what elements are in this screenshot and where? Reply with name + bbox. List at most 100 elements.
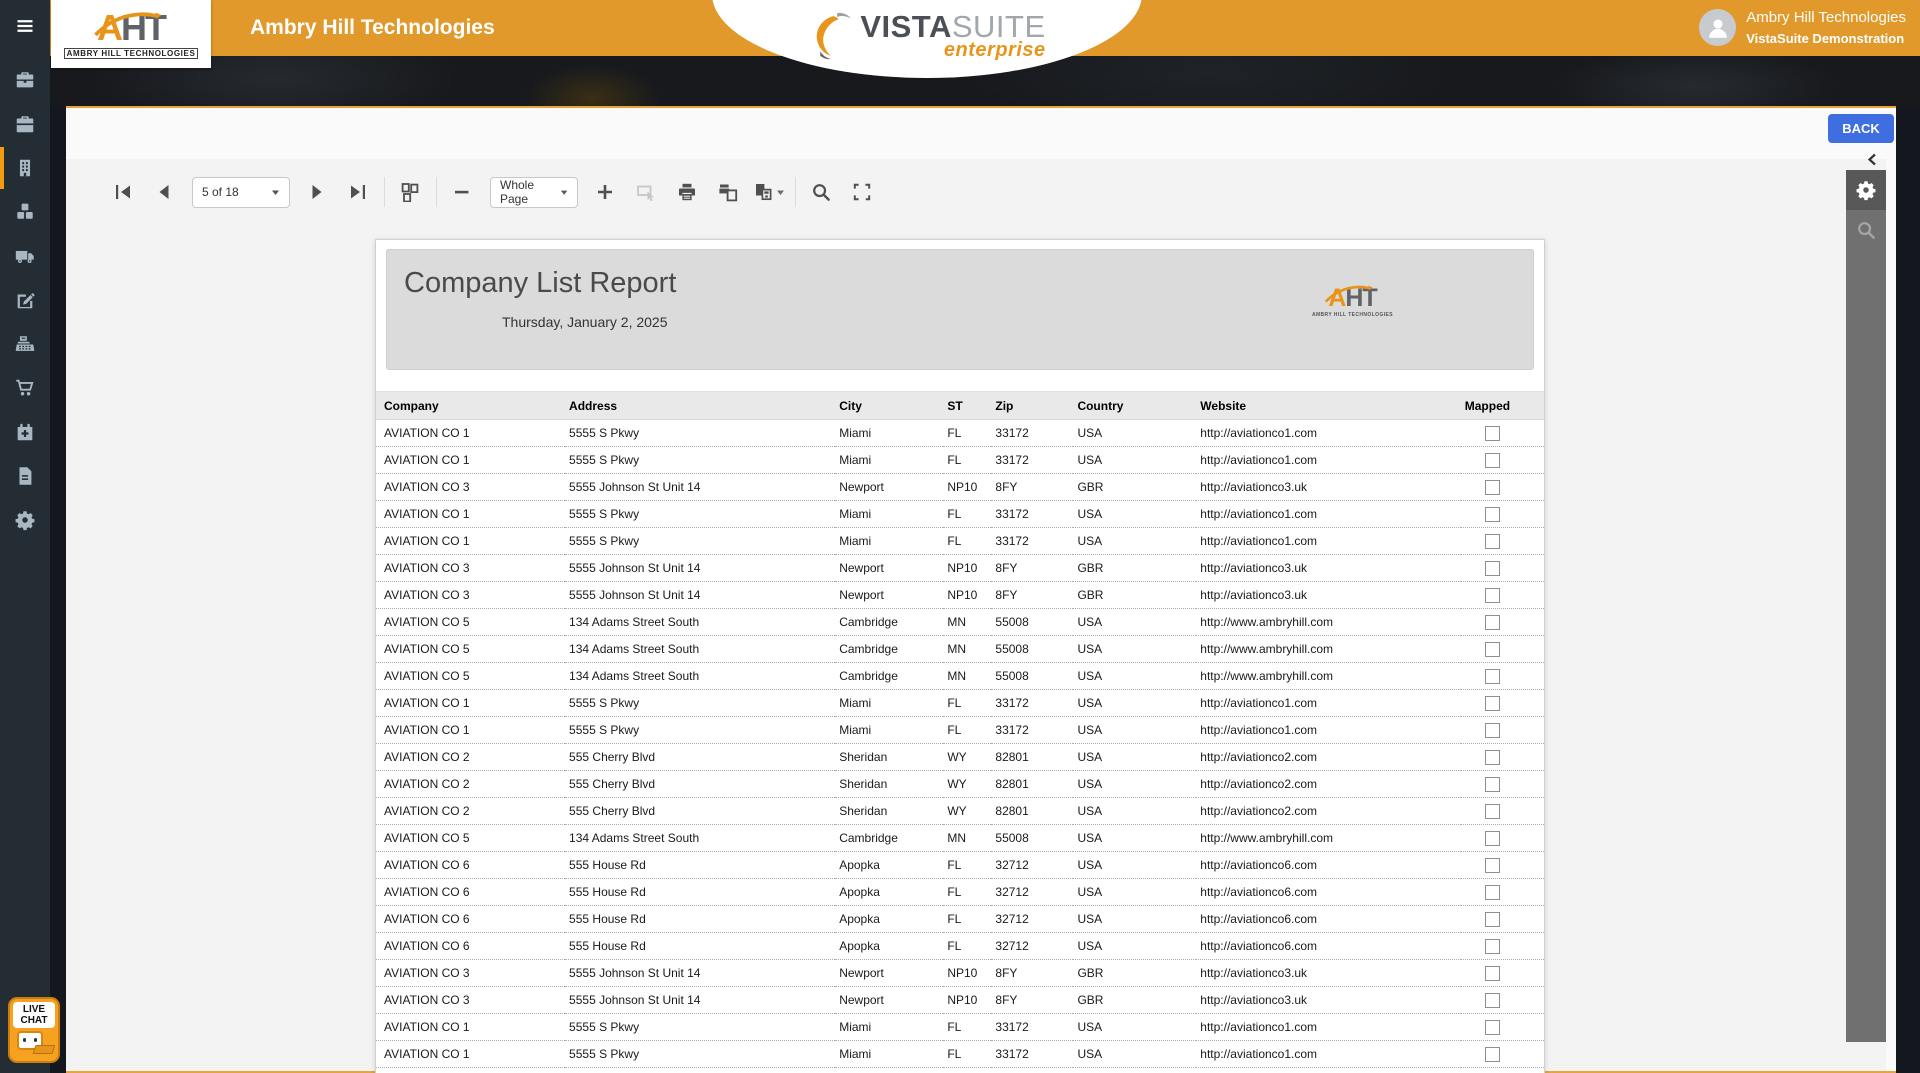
column-header-address: Address	[565, 392, 835, 420]
report-logo: AHT AMBRY HILL TECHNOLOGIES	[1312, 286, 1393, 318]
mapped-checkbox[interactable]	[1485, 885, 1500, 900]
parameters-button[interactable]	[1846, 170, 1886, 210]
zoom-out-button[interactable]	[445, 174, 479, 210]
mapped-checkbox[interactable]	[1485, 804, 1500, 819]
mapped-checkbox[interactable]	[1485, 588, 1500, 603]
sidebar-item-edit[interactable]	[0, 278, 50, 322]
table-row: AVIATION CO 35555 Johnson St Unit 14Newp…	[376, 474, 1544, 501]
sidebar-item-briefcase2[interactable]	[0, 102, 50, 146]
caret-down-icon	[271, 188, 280, 196]
user-menu[interactable]: Ambry Hill Technologies VistaSuite Demon…	[1699, 9, 1906, 46]
search-rail-button[interactable]	[1846, 210, 1886, 250]
mapped-checkbox[interactable]	[1485, 426, 1500, 441]
sidebar-item-document[interactable]	[0, 454, 50, 498]
edit-icon	[14, 289, 36, 311]
zoom-out-icon	[452, 182, 472, 202]
briefcase-icon	[14, 69, 36, 91]
collapse-panel-chevron-icon[interactable]	[1866, 152, 1878, 167]
table-row: AVIATION CO 2555 Cherry BlvdSheridanWY82…	[376, 744, 1544, 771]
back-button[interactable]: BACK	[1828, 114, 1894, 143]
mapped-checkbox[interactable]	[1485, 534, 1500, 549]
mapped-checkbox[interactable]	[1485, 993, 1500, 1008]
mapped-checkbox[interactable]	[1485, 669, 1500, 684]
mapped-checkbox[interactable]	[1485, 750, 1500, 765]
zoom-select[interactable]: Whole Page	[490, 177, 578, 208]
sidebar-item-gear[interactable]	[0, 498, 50, 542]
select-tool-button[interactable]	[629, 174, 663, 210]
mapped-checkbox[interactable]	[1485, 561, 1500, 576]
print-button[interactable]	[670, 174, 704, 210]
company-logo[interactable]: AHT AMBRY HILL TECHNOLOGIES	[51, 0, 211, 68]
mapped-checkbox[interactable]	[1485, 453, 1500, 468]
mapped-checkbox[interactable]	[1485, 642, 1500, 657]
sidebar-item-briefcase[interactable]	[0, 58, 50, 102]
sidebar-item-cash-register[interactable]	[0, 322, 50, 366]
truck-icon	[14, 245, 36, 267]
last-page-button[interactable]	[341, 174, 375, 210]
export-icon	[753, 182, 773, 202]
cash-register-icon	[14, 333, 36, 355]
sidebar-item-cubes[interactable]	[0, 190, 50, 234]
mapped-checkbox[interactable]	[1485, 480, 1500, 495]
mapped-checkbox[interactable]	[1485, 615, 1500, 630]
vistasuite-swoosh-icon	[808, 8, 854, 64]
print-icon	[677, 182, 697, 202]
mapped-checkbox[interactable]	[1485, 696, 1500, 711]
sidebar-item-building[interactable]	[0, 146, 50, 190]
first-page-button[interactable]	[106, 174, 140, 210]
select-tool-icon	[636, 182, 656, 202]
page-title: Ambry Hill Technologies	[250, 0, 495, 56]
search-icon	[811, 182, 831, 202]
search-button[interactable]	[804, 174, 838, 210]
gear-icon	[1855, 179, 1877, 201]
gear-icon	[14, 509, 36, 531]
prev-page-button[interactable]	[147, 174, 181, 210]
fullscreen-icon	[852, 182, 872, 202]
mapped-checkbox[interactable]	[1485, 939, 1500, 954]
avatar[interactable]	[1699, 9, 1736, 46]
fullscreen-button[interactable]	[845, 174, 879, 210]
multi-page-button[interactable]	[393, 174, 427, 210]
zoom-in-button[interactable]	[588, 174, 622, 210]
building-icon	[14, 157, 36, 179]
next-page-button[interactable]	[300, 174, 334, 210]
print-layout-button[interactable]	[711, 174, 745, 210]
table-row: AVIATION CO 2555 Cherry BlvdSheridanWY82…	[376, 771, 1544, 798]
report-page: Company List Report Thursday, January 2,…	[375, 239, 1545, 1073]
table-row: AVIATION CO 15555 S PkwyMiamiFL33172USAh…	[376, 1068, 1544, 1073]
mapped-checkbox[interactable]	[1485, 912, 1500, 927]
table-row: AVIATION CO 35555 Johnson St Unit 14Newp…	[376, 555, 1544, 582]
live-chat-label: LIVE CHAT	[13, 1002, 55, 1028]
mapped-checkbox[interactable]	[1485, 777, 1500, 792]
sidebar-item-calendar-plus[interactable]	[0, 410, 50, 454]
report-title: Company List Report	[404, 267, 676, 300]
table-row: AVIATION CO 5134 Adams Street SouthCambr…	[376, 663, 1544, 690]
table-row: AVIATION CO 6555 House RdApopkaFL32712US…	[376, 906, 1544, 933]
mapped-checkbox[interactable]	[1485, 858, 1500, 873]
mapped-checkbox[interactable]	[1485, 1047, 1500, 1062]
table-row: AVIATION CO 15555 S PkwyMiamiFL33172USAh…	[376, 447, 1544, 474]
table-row: AVIATION CO 15555 S PkwyMiamiFL33172USAh…	[376, 717, 1544, 744]
mapped-checkbox[interactable]	[1485, 831, 1500, 846]
report-date: Thursday, January 2, 2025	[502, 314, 668, 330]
sidebar-item-truck[interactable]	[0, 234, 50, 278]
left-sidebar: LIVE CHAT	[0, 0, 50, 1073]
report-viewer: 5 of 18 Whole Page Company List Report Th…	[66, 159, 1886, 1071]
vistasuite-logo: VISTA SUITE enterprise	[712, 8, 1142, 64]
mapped-checkbox[interactable]	[1485, 723, 1500, 738]
live-chat-widget[interactable]: LIVE CHAT	[8, 997, 60, 1063]
toolbar-separator	[795, 177, 796, 207]
menu-button[interactable]	[0, 0, 50, 52]
sidebar-item-cart[interactable]	[0, 366, 50, 410]
table-row: AVIATION CO 6555 House RdApopkaFL32712US…	[376, 852, 1544, 879]
column-header-city: City	[835, 392, 943, 420]
toolbar-separator	[436, 177, 437, 207]
page-select[interactable]: 5 of 18	[192, 177, 290, 208]
table-row: AVIATION CO 6555 House RdApopkaFL32712US…	[376, 879, 1544, 906]
cart-icon	[14, 377, 36, 399]
print-layout-icon	[718, 182, 738, 202]
mapped-checkbox[interactable]	[1485, 1020, 1500, 1035]
mapped-checkbox[interactable]	[1485, 507, 1500, 522]
export-button[interactable]	[752, 174, 786, 210]
mapped-checkbox[interactable]	[1485, 966, 1500, 981]
